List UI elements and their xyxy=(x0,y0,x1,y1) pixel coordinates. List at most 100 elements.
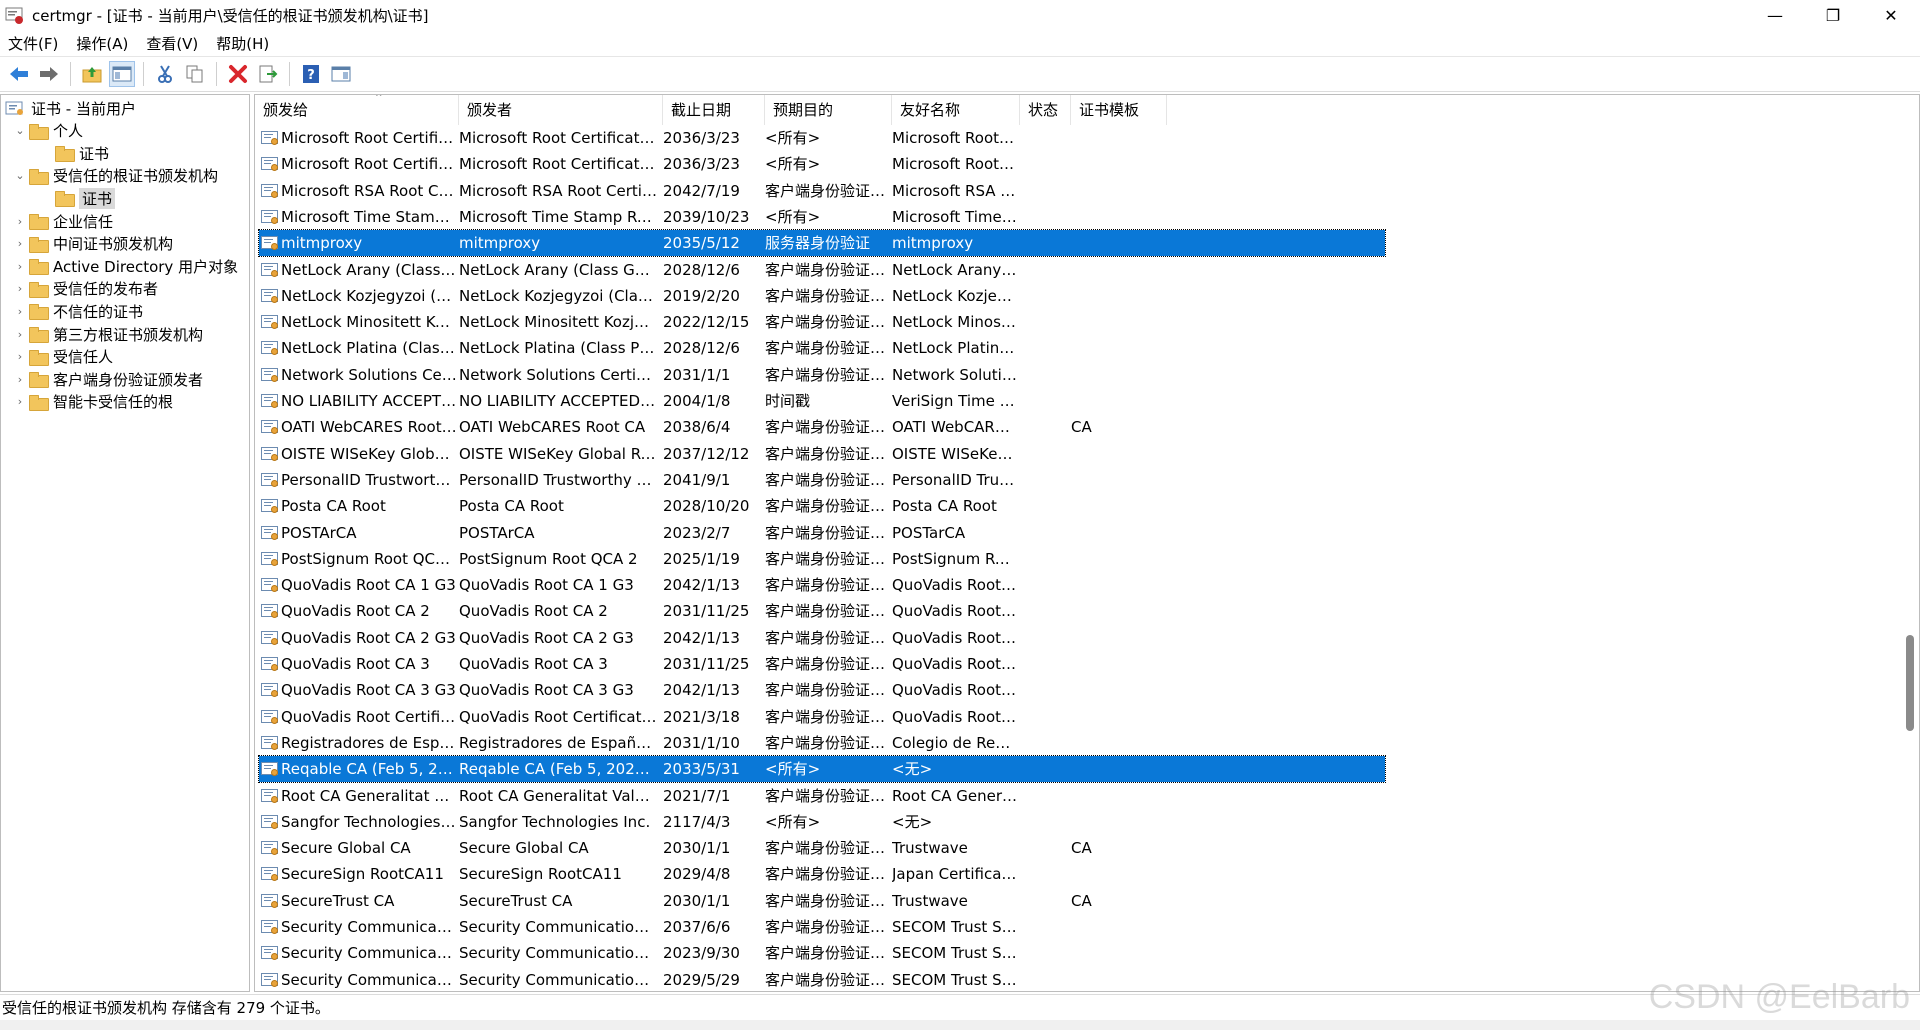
action-pane-button[interactable] xyxy=(328,61,354,87)
purposes-cell: 客户端身份验证, 加... xyxy=(765,523,889,542)
table-row[interactable]: SecureSign RootCA11 SecureSign RootCA11 20… xyxy=(259,861,1385,887)
table-row[interactable]: QuoVadis Root CA 2 G3 QuoVadis Root CA 2 … xyxy=(259,625,1385,651)
status-cell xyxy=(1020,178,1068,204)
chevron-right-icon[interactable]: › xyxy=(13,237,27,250)
table-row[interactable]: QuoVadis Root CA 2 QuoVadis Root CA 2 2031… xyxy=(259,598,1385,624)
table-row[interactable]: Microsoft RSA Root Certificate...Microso… xyxy=(259,178,1385,204)
tree-node[interactable]: 证书 - 当前用户 xyxy=(5,97,136,119)
chevron-right-icon[interactable]: › xyxy=(13,260,27,273)
menu-action[interactable]: 操作(A) xyxy=(76,33,128,54)
tree-node[interactable]: › 企业信任 xyxy=(13,210,113,232)
table-row[interactable]: NetLock Minositett Kozjegyzoi...NetLock … xyxy=(259,309,1385,335)
tree-node[interactable]: › 受信任人 xyxy=(13,346,113,368)
table-row[interactable]: Microsoft Root Certificate Aut...Microso… xyxy=(259,151,1385,177)
cut-button[interactable] xyxy=(152,61,178,87)
chevron-down-icon[interactable]: ⌄ xyxy=(13,169,27,182)
column-header-expiration[interactable]: 截止日期 xyxy=(663,95,765,125)
chevron-right-icon[interactable]: › xyxy=(13,350,27,363)
delete-button[interactable] xyxy=(225,61,251,87)
status-cell xyxy=(1020,861,1068,887)
tree-node[interactable]: › 第三方根证书颁发机构 xyxy=(13,323,203,345)
table-row[interactable]: QuoVadis Root CA 3 QuoVadis Root CA 3 2031… xyxy=(259,651,1385,677)
certificate-list[interactable]: 颁发给 颁发者 截止日期 预期目的 友好名称 状态 证书模板 ^ Microsoft Root… xyxy=(254,94,1920,992)
table-row[interactable]: mitmproxy mitmproxy 2035/5/12 服务器身份验证 mitmpr… xyxy=(258,229,1386,258)
tree-node[interactable]: ⌄ 受信任的根证书颁发机构 xyxy=(13,165,218,187)
column-header-template[interactable]: 证书模板 xyxy=(1071,95,1167,125)
tree-node[interactable]: › 受信任的发布者 xyxy=(13,278,158,300)
minimize-button[interactable]: — xyxy=(1746,0,1804,30)
purposes-cell: 客户端身份验证, 安... xyxy=(765,733,889,752)
table-row[interactable]: NO LIABILITY ACCEPTED, (c)9...NO LIABILI… xyxy=(259,388,1385,414)
chevron-right-icon[interactable]: › xyxy=(13,373,27,386)
show-hide-console-tree-button[interactable] xyxy=(109,61,135,87)
table-row[interactable]: Security Communication Root...Security C… xyxy=(259,940,1385,966)
table-row[interactable]: NetLock Platina (Class Platinu...NetLock… xyxy=(259,335,1385,361)
chevron-right-icon[interactable]: › xyxy=(13,215,27,228)
close-button[interactable]: ✕ xyxy=(1862,0,1920,30)
forward-button[interactable] xyxy=(36,61,62,87)
table-row[interactable]: PersonalID Trustworthy RootC...PersonalI… xyxy=(259,467,1385,493)
table-row[interactable]: Microsoft Time Stamp Root Ce...Microsoft… xyxy=(259,204,1385,230)
chevron-right-icon[interactable]: › xyxy=(13,328,27,341)
export-list-button[interactable] xyxy=(255,61,281,87)
tree-node[interactable]: ⌄ 个人 xyxy=(13,120,83,142)
tree-node[interactable]: › 不信任的证书 xyxy=(13,300,143,322)
tree-node[interactable]: › Active Directory 用户对象 xyxy=(13,255,238,277)
scrollbar-thumb[interactable] xyxy=(1906,635,1914,731)
table-row[interactable]: POSTArCA POSTArCA 2023/2/7 客户端身份验证, 加...POS… xyxy=(259,520,1385,546)
chevron-down-icon[interactable]: ⌄ xyxy=(13,124,27,137)
table-row[interactable]: Security Communication EV R...Security C… xyxy=(259,914,1385,940)
help-button[interactable]: ? xyxy=(298,61,324,87)
up-level-button[interactable] xyxy=(79,61,105,87)
table-row[interactable]: OISTE WISeKey Global Root G...OISTE WISe… xyxy=(259,441,1385,467)
delete-x-icon xyxy=(229,65,247,83)
column-header-status[interactable]: 状态 xyxy=(1020,95,1071,125)
vertical-scrollbar[interactable] xyxy=(1901,95,1919,991)
table-row[interactable]: Security Communication Root...Security C… xyxy=(259,967,1385,991)
friendly-name-cell: VeriSign Time Sta... xyxy=(892,392,1018,410)
certificate-icon xyxy=(261,288,279,304)
tree-node[interactable]: › 智能卡受信任的根 xyxy=(13,391,173,413)
table-row[interactable]: SecureTrust CA SecureTrust CA 2030/1/1 客户端身… xyxy=(259,888,1385,914)
column-header-purposes[interactable]: 预期目的 xyxy=(765,95,892,125)
menu-file[interactable]: 文件(F) xyxy=(8,33,58,54)
purposes-cell: 客户端身份验证, 代... xyxy=(765,865,889,884)
table-row[interactable]: OATI WebCARES Root CA OATI WebCARES Root … xyxy=(259,414,1385,440)
table-row[interactable]: Reqable CA (Feb 5, 2025, DF0...Reqable C… xyxy=(258,755,1386,784)
back-button[interactable] xyxy=(6,61,32,87)
table-row[interactable]: QuoVadis Root Certification A...QuoVadis… xyxy=(259,704,1385,730)
template-cell: CA xyxy=(1071,418,1092,437)
tree-node[interactable]: › 客户端身份验证颁发者 xyxy=(13,368,203,390)
chevron-right-icon[interactable]: › xyxy=(13,305,27,318)
chevron-right-icon[interactable]: › xyxy=(13,282,27,295)
table-row[interactable]: Posta CA Root Posta CA Root 2028/10/20 客户端身… xyxy=(259,493,1385,519)
table-row[interactable]: Secure Global CA Secure Global CA 2030/1/1… xyxy=(259,835,1385,861)
template-cell xyxy=(1071,756,1161,782)
column-header-friendly-name[interactable]: 友好名称 xyxy=(892,95,1020,125)
table-row[interactable]: NetLock Kozjegyzoi (Class A) T...NetLock… xyxy=(259,283,1385,309)
chevron-right-icon[interactable]: › xyxy=(13,395,27,408)
menu-view[interactable]: 查看(V) xyxy=(146,33,198,54)
menu-help[interactable]: 帮助(H) xyxy=(216,33,269,54)
tree-node[interactable]: 证书 xyxy=(53,142,109,164)
table-row[interactable]: QuoVadis Root CA 3 G3 QuoVadis Root CA 3 … xyxy=(259,677,1385,703)
restore-button[interactable]: ❐ xyxy=(1804,0,1862,30)
column-header-issued-by[interactable]: 颁发者 xyxy=(459,95,663,125)
table-row[interactable]: Registradores de España - CA ...Registra… xyxy=(259,730,1385,756)
purposes-cell: 客户端身份验证, 代... xyxy=(765,628,889,647)
table-row[interactable]: QuoVadis Root CA 1 G3 QuoVadis Root CA 1 … xyxy=(259,572,1385,598)
copy-button[interactable] xyxy=(182,61,208,87)
expiration-cell: 2117/4/3 xyxy=(663,812,731,831)
table-row[interactable]: PostSignum Root QCA 2 PostSignum Root QCA… xyxy=(259,546,1385,572)
tree-node[interactable]: › 中间证书颁发机构 xyxy=(13,233,173,255)
table-row[interactable]: NetLock Arany (Class Gold) Főt...NetLock… xyxy=(259,257,1385,283)
table-row[interactable]: Root CA Generalitat ValencianaRoot CA Ge… xyxy=(259,783,1385,809)
folder-icon xyxy=(29,123,49,140)
table-row[interactable]: Sangfor Technologies Inc. Sangfor Technol… xyxy=(259,809,1385,835)
console-tree[interactable]: 证书 - 当前用户 ⌄ 个人 证书 ⌄ 受信任的根证书颁发机构 证书 › 企业信任 › 中间证书颁发… xyxy=(0,94,250,992)
status-cell xyxy=(1020,335,1068,361)
column-header-issued-to[interactable]: 颁发给 xyxy=(255,95,459,125)
tree-node[interactable]: 证书 xyxy=(53,187,116,209)
table-row[interactable]: Microsoft Root Certificate Aut...Microso… xyxy=(259,125,1385,151)
table-row[interactable]: Network Solutions Certificate ...Network… xyxy=(259,362,1385,388)
